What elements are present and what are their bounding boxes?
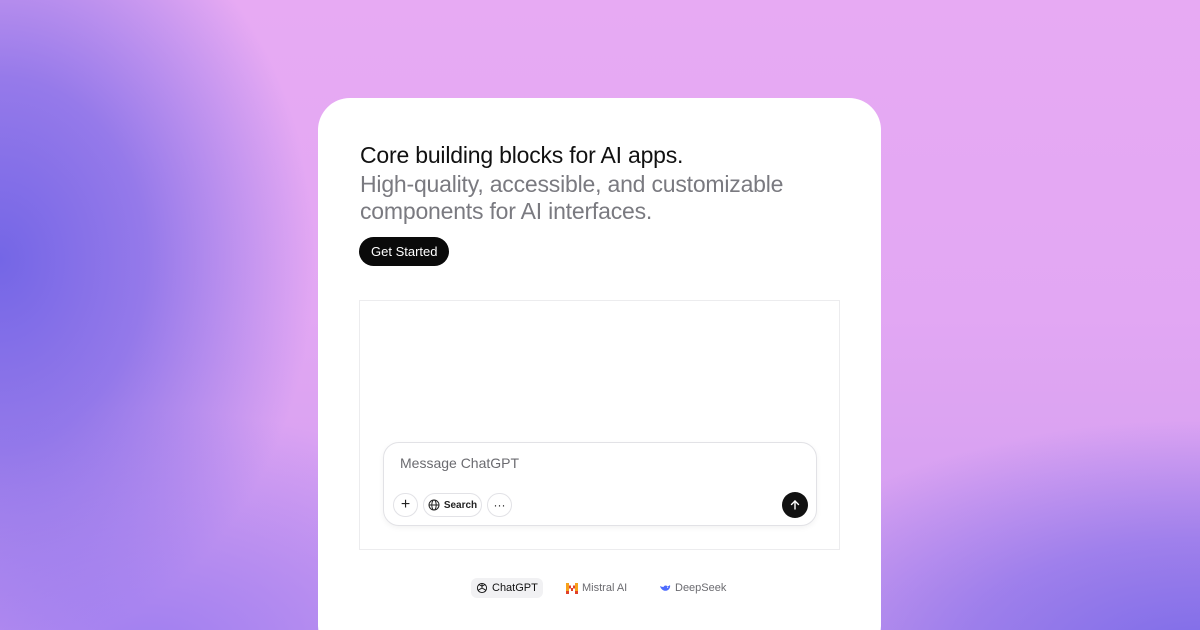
model-tab-deepseek[interactable]: DeepSeek bbox=[654, 578, 731, 598]
mistral-icon bbox=[566, 582, 578, 594]
globe-icon bbox=[428, 499, 440, 511]
openai-icon bbox=[476, 582, 488, 594]
model-label: ChatGPT bbox=[492, 582, 538, 594]
more-options-button[interactable]: ··· bbox=[487, 493, 512, 517]
chat-composer: + Search ··· bbox=[383, 442, 817, 526]
arrow-up-icon bbox=[790, 500, 800, 510]
get-started-button[interactable]: Get Started bbox=[359, 237, 450, 266]
model-tabs: ChatGPT Mistral AI DeepSeek bbox=[318, 578, 881, 598]
model-tab-chatgpt[interactable]: ChatGPT bbox=[471, 578, 543, 598]
demo-preview: + Search ··· bbox=[359, 300, 840, 550]
add-attachment-button[interactable]: + bbox=[393, 493, 418, 517]
search-label: Search bbox=[443, 499, 478, 511]
hero-title: Core building blocks for AI apps. bbox=[360, 142, 684, 168]
model-label: Mistral AI bbox=[582, 582, 628, 594]
search-button[interactable]: Search bbox=[423, 493, 482, 517]
model-label: DeepSeek bbox=[675, 582, 727, 594]
hero-subtitle: High-quality, accessible, and customizab… bbox=[360, 171, 784, 224]
deepseek-icon bbox=[660, 585, 671, 591]
model-tab-mistral[interactable]: Mistral AI bbox=[561, 578, 632, 598]
hero-card: Core building blocks for AI apps. High-q… bbox=[318, 98, 881, 630]
more-icon: ··· bbox=[493, 498, 506, 512]
message-input[interactable] bbox=[400, 453, 780, 473]
send-button[interactable] bbox=[782, 492, 808, 518]
plus-icon: + bbox=[400, 496, 411, 513]
